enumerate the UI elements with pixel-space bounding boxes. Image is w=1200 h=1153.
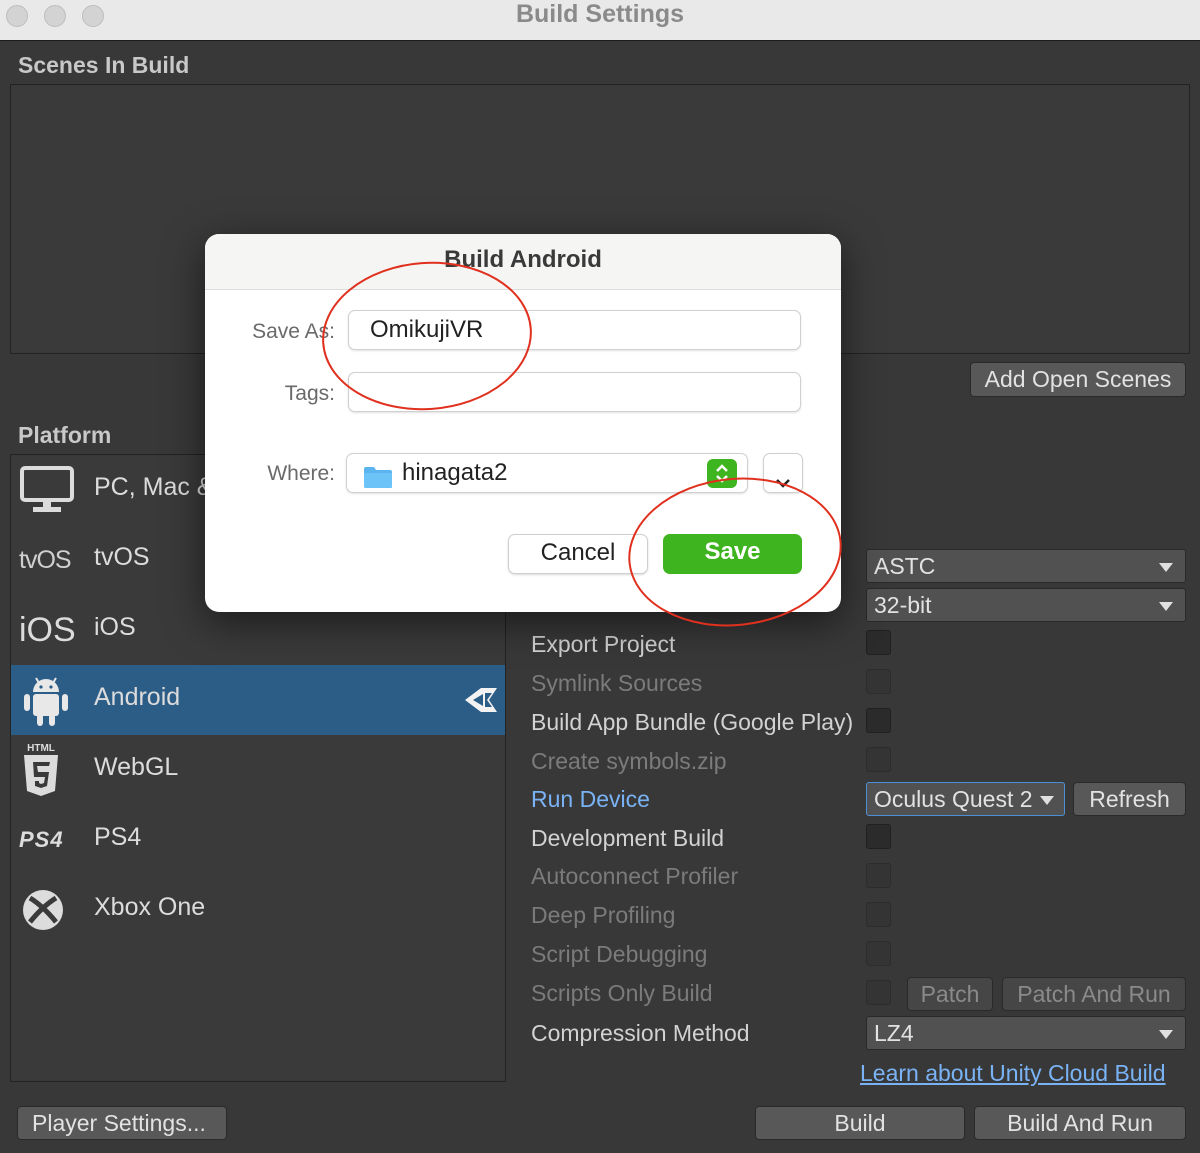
patch-and-run-button[interactable]: Patch And Run: [1002, 977, 1186, 1011]
up-down-chevron-icon: [707, 459, 737, 488]
patch-button[interactable]: Patch: [907, 977, 993, 1011]
folder-icon: [363, 463, 393, 501]
window-title: Build Settings: [515, 0, 685, 28]
player-settings-button[interactable]: Player Settings...: [17, 1106, 227, 1140]
run-device-label: Run Device: [531, 786, 650, 812]
save-button[interactable]: Save: [663, 534, 802, 574]
scripts-only-build-checkbox[interactable]: [866, 980, 891, 1005]
platform-label: tvOS: [94, 543, 150, 571]
refresh-button[interactable]: Refresh: [1073, 782, 1186, 816]
ps4-icon: PS4: [19, 827, 64, 852]
autoconnect-profiler-checkbox[interactable]: [866, 863, 891, 888]
platform-label: WebGL: [94, 753, 179, 781]
cloud-build-link[interactable]: Learn about Unity Cloud Build: [860, 1060, 1166, 1087]
chevron-down-icon: [774, 465, 792, 503]
tags-label: Tags:: [284, 382, 335, 405]
etc2-fallback-dropdown[interactable]: 32-bit: [866, 588, 1186, 622]
symlink-sources-checkbox[interactable]: [866, 669, 891, 694]
dialog-header: Build Android: [205, 234, 841, 290]
svg-text:HTML: HTML: [27, 743, 55, 754]
compression-method-dropdown[interactable]: LZ4: [866, 1016, 1186, 1050]
build-and-run-button[interactable]: Build And Run: [974, 1106, 1186, 1140]
symlink-sources-label: Symlink Sources: [531, 670, 703, 696]
platform-label: Xbox One: [94, 893, 206, 921]
add-open-scenes-button[interactable]: Add Open Scenes: [970, 362, 1186, 397]
autoconnect-profiler-label: Autoconnect Profiler: [531, 863, 739, 889]
build-app-bundle-checkbox[interactable]: [866, 708, 891, 733]
export-project-checkbox[interactable]: [866, 630, 891, 655]
development-build-checkbox[interactable]: [866, 824, 891, 849]
scripts-only-build-label: Scripts Only Build: [531, 980, 713, 1006]
export-project-label: Export Project: [531, 631, 676, 657]
scenes-in-build-heading: Scenes In Build: [18, 52, 190, 78]
texture-compression-dropdown[interactable]: ASTC: [866, 549, 1186, 583]
platform-item-android[interactable]: Android: [11, 665, 505, 735]
create-symbols-checkbox[interactable]: [866, 747, 891, 772]
deep-profiling-checkbox[interactable]: [866, 902, 891, 927]
html5-icon: HTML: [19, 743, 91, 797]
unity-logo-icon: [463, 685, 499, 720]
tvos-icon: tvOS: [19, 545, 72, 574]
compression-method-label: Compression Method: [531, 1020, 750, 1046]
expand-dialog-button[interactable]: [763, 453, 803, 493]
where-dropdown[interactable]: hinagata2: [346, 453, 748, 493]
script-debugging-label: Script Debugging: [531, 941, 708, 967]
xbox-icon: [19, 883, 91, 937]
monitor-icon: [19, 463, 91, 517]
build-android-dialog: Build Android Save As: OmikujiVR Tags: W…: [205, 234, 841, 612]
build-button[interactable]: Build: [755, 1106, 965, 1140]
deep-profiling-label: Deep Profiling: [531, 902, 676, 928]
platform-label: Android: [94, 683, 181, 711]
platform-label: iOS: [94, 613, 136, 641]
run-device-dropdown[interactable]: Oculus Quest 2: [866, 782, 1065, 816]
platform-heading: Platform: [18, 422, 112, 448]
title-bar: Build Settings: [0, 0, 1200, 41]
dialog-title: Build Android: [444, 246, 602, 273]
platform-item-ps4[interactable]: PS4 PS4: [11, 805, 505, 875]
script-debugging-checkbox[interactable]: [866, 941, 891, 966]
android-icon: [19, 673, 91, 727]
ios-icon: iOS: [19, 610, 76, 649]
platform-item-xbox-one[interactable]: Xbox One: [11, 875, 505, 945]
development-build-label: Development Build: [531, 825, 725, 851]
cancel-button[interactable]: Cancel: [508, 534, 648, 574]
build-app-bundle-label: Build App Bundle (Google Play): [531, 709, 854, 735]
create-symbols-label: Create symbols.zip: [531, 748, 727, 774]
platform-label: PS4: [94, 823, 142, 851]
save-as-label: Save As:: [252, 320, 335, 343]
platform-item-webgl[interactable]: HTML WebGL: [11, 735, 505, 805]
save-as-field[interactable]: OmikujiVR: [348, 310, 801, 350]
where-label: Where:: [267, 462, 335, 485]
tags-field[interactable]: [348, 372, 801, 412]
